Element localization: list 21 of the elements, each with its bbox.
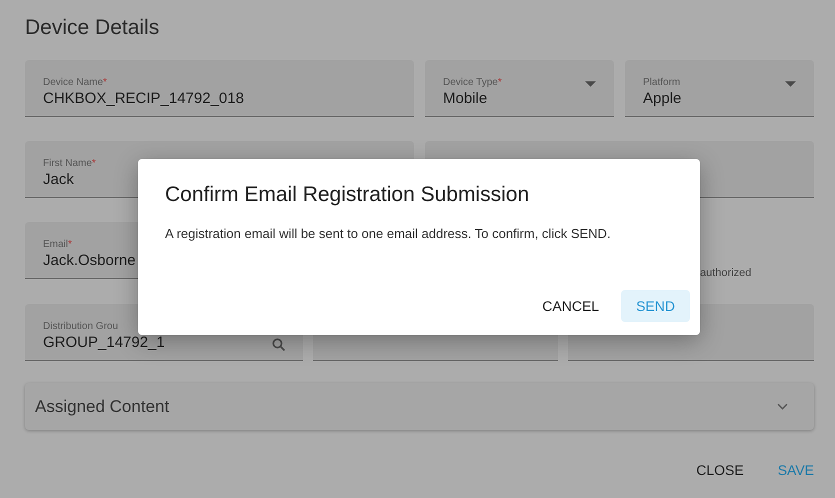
field-label: First Name <box>43 158 92 169</box>
field-label: Distribution Grou <box>43 321 118 332</box>
field-value: Mobile <box>443 91 488 107</box>
field-label: Device Name <box>43 77 104 88</box>
panel-title: Assigned Content <box>35 396 170 416</box>
dialog-message: A registration email will be sent to one email address. To confirm, click SEND. <box>165 225 612 243</box>
field-note: authorized <box>700 267 752 279</box>
field-label: Platform <box>643 77 680 88</box>
required-mark: * <box>92 158 96 169</box>
required-mark: * <box>68 239 72 250</box>
field-value: GROUP_14792_1 <box>43 335 166 351</box>
field-label: Device Type <box>443 77 498 88</box>
field-value: Jack <box>43 172 75 188</box>
field-value: Apple <box>643 91 682 107</box>
required-mark: * <box>498 77 502 88</box>
page-title: Device Details <box>25 16 160 41</box>
field-value: CHKBOX_RECIP_14792_018 <box>43 91 245 107</box>
field-value: Jack.Osborne <box>43 253 137 269</box>
required-mark: * <box>103 77 107 88</box>
dialog-title: Confirm Email Registration Submission <box>165 183 530 207</box>
field-label: Email <box>43 239 68 250</box>
